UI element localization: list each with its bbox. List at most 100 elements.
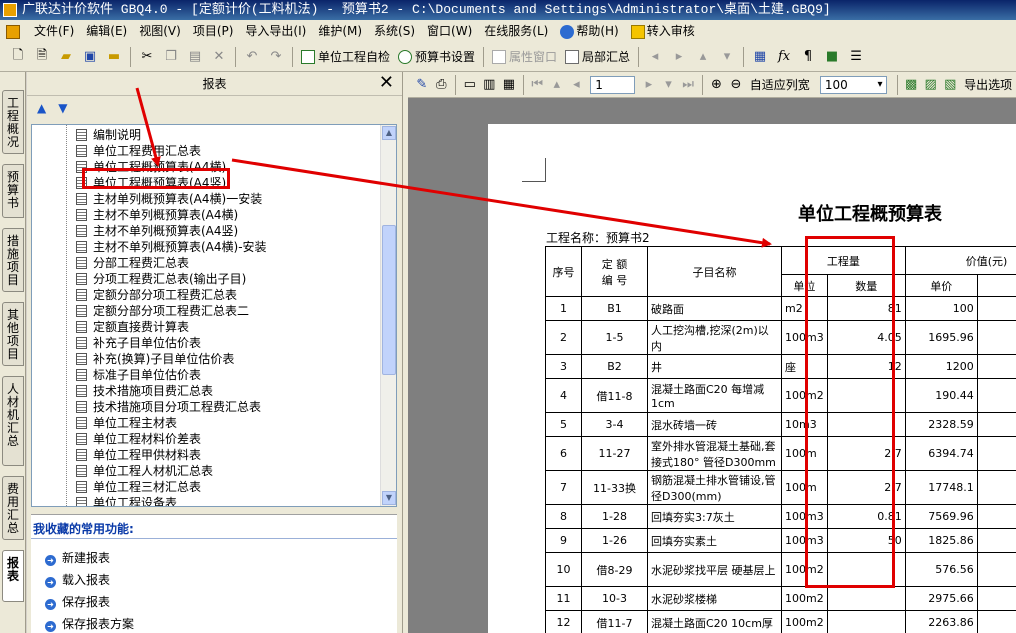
excel-export-icon[interactable]: ▨ — [923, 75, 939, 95]
report-tree-item[interactable]: 编制说明 — [76, 127, 141, 143]
unit-check-button[interactable]: 单位工程自检 — [297, 46, 394, 68]
move-up-icon[interactable]: ▲ — [37, 101, 46, 115]
multi-page-icon[interactable]: ▦ — [501, 75, 517, 95]
save-report-link[interactable]: ➜ 保存报表 — [45, 593, 110, 610]
budget-settings-button[interactable]: 预算书设置 — [394, 46, 479, 68]
new-icon[interactable]: 🗋 — [8, 47, 28, 67]
zoom-select[interactable]: 100 — [819, 75, 887, 94]
report-tree-item[interactable]: 单位工程甲供材料表 — [76, 447, 201, 463]
new-report-link[interactable]: ➜ 新建报表 — [45, 549, 110, 566]
arrow-right-icon[interactable]: ▸ — [669, 47, 689, 67]
report-tree-item[interactable]: 单位工程费用汇总表 — [76, 143, 201, 159]
report-tree-item[interactable]: 单位工程三材汇总表 — [76, 479, 201, 495]
tab-budget[interactable]: 预算书 — [2, 164, 24, 218]
menu-online[interactable]: 在线服务(L) — [478, 20, 554, 42]
report-tree-item[interactable]: 主材不单列概预算表(A4横)-安装 — [76, 239, 267, 255]
report-tree-item[interactable]: 技术措施项目分项工程费汇总表 — [76, 399, 261, 415]
tab-other-items[interactable]: 其他项目 — [2, 302, 24, 366]
excel-sheet-icon[interactable]: ▧ — [942, 75, 958, 95]
report-tree-item[interactable]: 定额分部分项工程费汇总表二 — [76, 303, 249, 319]
scroll-up-icon[interactable]: ▲ — [382, 126, 396, 140]
table-row: 10 借8-29 水泥砂浆找平层 硬基层上 100m2 576.56 — [545, 552, 1016, 587]
tab-reports[interactable]: 报表 — [2, 550, 24, 602]
menu-maintain[interactable]: 维护(M) — [312, 20, 368, 42]
paste-icon[interactable]: ▤ — [185, 47, 205, 67]
report-tree-item[interactable]: 主材单列概预算表(A4横)一安装 — [76, 191, 262, 207]
row-total — [976, 552, 1016, 587]
report-tree-item[interactable]: 分部工程费汇总表 — [76, 255, 189, 271]
back-icon[interactable]: ◂ — [569, 75, 585, 95]
menu-import-export[interactable]: 导入导出(I) — [239, 20, 312, 42]
report-tree-item[interactable]: 补充(换算)子目单位估价表 — [76, 351, 234, 367]
close-icon[interactable]: ✕ — [379, 72, 394, 94]
report-tree-item[interactable]: 定额直接费计算表 — [76, 319, 189, 335]
tab-labor-material-machine[interactable]: 人材机汇总 — [2, 376, 24, 466]
menu-view[interactable]: 视图(V) — [133, 20, 187, 42]
print-icon[interactable]: ⎙ — [434, 75, 450, 95]
zoom-in-icon[interactable]: ⊕ — [709, 75, 725, 95]
fit-width-button[interactable]: 自适应列宽 — [746, 74, 814, 96]
arrow-left-icon[interactable]: ◂ — [645, 47, 665, 67]
last-page-icon[interactable]: ⏭ — [680, 75, 696, 95]
app-menu-icon[interactable] — [0, 20, 28, 42]
save-report-scheme-link[interactable]: ➜ 保存报表方案 — [45, 615, 134, 632]
calculator-icon[interactable]: ▦ — [750, 47, 770, 67]
report-tree-item[interactable]: 分项工程费汇总表(输出子目) — [76, 271, 246, 287]
next-page-icon[interactable]: ▾ — [661, 75, 677, 95]
page-number-input[interactable]: 1 — [590, 75, 636, 94]
first-page-icon[interactable]: ⏮ — [529, 75, 545, 95]
report-tree-item[interactable]: 单位工程人材机汇总表 — [76, 463, 213, 479]
new-project-icon[interactable]: 🗎 — [32, 47, 52, 67]
property-window-button[interactable]: 属性窗口 — [488, 46, 561, 68]
menu-edit[interactable]: 编辑(E) — [80, 20, 133, 42]
tab-measures[interactable]: 措施项目 — [2, 228, 24, 292]
report-tree-item[interactable]: 主材不单列概预算表(A4横) — [76, 207, 238, 223]
excel-icon[interactable]: ▩ — [903, 75, 919, 95]
move-down-icon[interactable]: ▼ — [58, 101, 67, 115]
menu-help[interactable]: 帮助(H) — [554, 20, 624, 42]
scroll-thumb[interactable] — [382, 225, 396, 375]
report-tree-item[interactable]: 定额分部分项工程费汇总表 — [76, 287, 237, 303]
report-doc-icon — [76, 145, 87, 157]
tree-scrollbar[interactable]: ▲ ▼ — [380, 125, 396, 506]
export-options-button[interactable]: 导出选项 — [960, 74, 1016, 96]
zoom-out-icon[interactable]: ⊖ — [728, 75, 744, 95]
design-icon[interactable]: ✎ — [414, 75, 430, 95]
menu-file[interactable]: 文件(F) — [28, 20, 80, 42]
cube-icon[interactable]: ■ — [822, 47, 842, 67]
formula-icon[interactable]: fx — [774, 47, 794, 67]
open-icon[interactable]: ▰ — [56, 47, 76, 67]
cut-icon[interactable]: ✂ — [137, 47, 157, 67]
menu-window[interactable]: 窗口(W) — [421, 20, 478, 42]
undo-icon[interactable]: ↶ — [242, 47, 262, 67]
arrow-up-icon[interactable]: ▴ — [693, 47, 713, 67]
scroll-down-icon[interactable]: ▼ — [382, 491, 396, 505]
report-tree-item[interactable]: 单位工程材料价差表 — [76, 431, 201, 447]
report-tree-item[interactable]: 单位工程设备表 — [76, 495, 177, 506]
report-tree-item[interactable]: 标准子目单位估价表 — [76, 367, 201, 383]
report-tree-item[interactable]: 补充子目单位估价表 — [76, 335, 201, 351]
save-icon[interactable]: ▣ — [80, 47, 100, 67]
copy-icon[interactable]: ❐ — [161, 47, 181, 67]
list-icon[interactable]: ☰ — [846, 47, 866, 67]
partial-summary-checkbox[interactable]: 局部汇总 — [561, 46, 634, 68]
report-tree-label: 分部工程费汇总表 — [93, 256, 190, 270]
prev-page-icon[interactable]: ▴ — [549, 75, 565, 95]
single-page-icon[interactable]: ▭ — [462, 75, 478, 95]
redo-icon[interactable]: ↷ — [266, 47, 286, 67]
two-page-icon[interactable]: ▥ — [482, 75, 498, 95]
report-tree-item[interactable]: 技术措施项目费汇总表 — [76, 383, 213, 399]
report-tree-item[interactable]: 主材不单列概预算表(A4竖) — [76, 223, 238, 239]
delete-icon[interactable]: ✕ — [209, 47, 229, 67]
tab-project-overview[interactable]: 工程概况 — [2, 90, 24, 154]
tab-cost-summary[interactable]: 费用汇总 — [2, 476, 24, 540]
arrow-down-icon[interactable]: ▾ — [717, 47, 737, 67]
paragraph-icon[interactable]: ¶ — [798, 47, 818, 67]
report-tree-item[interactable]: 单位工程主材表 — [76, 415, 177, 431]
menu-project[interactable]: 项目(P) — [187, 20, 240, 42]
menu-transfer-audit[interactable]: 转入审核 — [625, 20, 701, 42]
forward-icon[interactable]: ▸ — [641, 75, 657, 95]
load-report-link[interactable]: ➜ 载入报表 — [45, 571, 110, 588]
menu-system[interactable]: 系统(S) — [368, 20, 421, 42]
folder-icon[interactable]: ▬ — [104, 47, 124, 67]
